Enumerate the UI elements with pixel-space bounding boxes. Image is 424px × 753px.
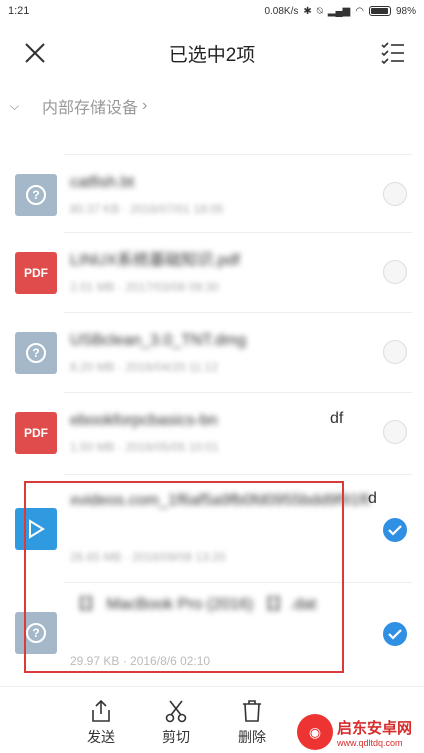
breadcrumb-label: 内部存储设备 bbox=[42, 100, 139, 117]
battery-percent: 98% bbox=[395, 5, 416, 17]
breadcrumb[interactable]: ⌵ 内部存储设备 › bbox=[0, 92, 424, 120]
divider bbox=[64, 312, 412, 313]
checkmark-icon bbox=[388, 629, 402, 640]
watermark-logo-icon: ◉ bbox=[297, 714, 333, 750]
list-item[interactable]: ? 【】 MacBook Pro (2016) 【】.dat 29.97 KB … bbox=[0, 590, 424, 680]
file-name: USBclean_3.0_TNT.dmg bbox=[70, 332, 247, 349]
delete-button[interactable]: 删除 bbox=[224, 699, 280, 747]
divider bbox=[64, 582, 412, 583]
trash-icon bbox=[243, 700, 261, 722]
mute-icon: ⍉ bbox=[316, 5, 323, 17]
checklist-icon bbox=[381, 42, 404, 65]
checkmark-icon bbox=[388, 525, 402, 536]
send-label: 发送 bbox=[87, 729, 115, 745]
list-item[interactable]: ? catfish.bt 80.37 KB · 2016/07/01 18:05 bbox=[0, 162, 424, 242]
file-meta: 2.01 MB · 2017/03/08 09:30 bbox=[70, 280, 219, 294]
file-meta: 26.65 MB · 2016/09/08 13:20 bbox=[70, 550, 226, 564]
divider bbox=[64, 392, 412, 393]
list-item[interactable]: PDF LINUX系统基础知识.pdf 2.01 MB · 2017/03/08… bbox=[0, 240, 424, 320]
status-time: 1:21 bbox=[8, 5, 30, 17]
file-name: 【】 MacBook Pro (2016) 【】.dat bbox=[70, 596, 317, 613]
cut-label: 剪切 bbox=[162, 729, 190, 745]
file-name: xvideos.com_1f6af5a9fb0fd0955bdd9f91f8fd… bbox=[70, 492, 370, 509]
bluetooth-icon: ✱ bbox=[303, 5, 312, 17]
select-all-button[interactable] bbox=[380, 40, 406, 66]
status-icons: 0.08K/s ✱ ⍉ ▂▄▆ ◠ 98% bbox=[264, 6, 416, 17]
select-checkbox-checked[interactable] bbox=[383, 518, 407, 542]
site-watermark: ◉ 启东安卓网 www.qdltdq.com bbox=[297, 712, 421, 752]
select-checkbox[interactable] bbox=[383, 182, 407, 206]
divider bbox=[64, 474, 412, 475]
unknown-file-icon: ? bbox=[15, 612, 57, 654]
network-speed: 0.08K/s bbox=[264, 5, 299, 17]
select-checkbox-checked[interactable] bbox=[383, 622, 407, 646]
cut-button[interactable]: 剪切 bbox=[148, 699, 204, 747]
pdf-file-icon: PDF bbox=[15, 412, 57, 454]
file-name: catfish.bt bbox=[70, 174, 135, 191]
divider bbox=[64, 154, 412, 155]
file-name: LINUX系统基础知识.pdf bbox=[70, 252, 240, 269]
delete-label: 删除 bbox=[238, 729, 266, 745]
share-icon bbox=[92, 699, 110, 722]
list-item[interactable]: ? USBclean_3.0_TNT.dmg 8.20 MB · 2016/04… bbox=[0, 320, 424, 400]
pdf-file-icon: PDF bbox=[15, 252, 57, 294]
wifi-icon: ◠ bbox=[355, 5, 364, 17]
page-title: 已选中2项 bbox=[168, 45, 256, 66]
unknown-file-icon: ? bbox=[15, 332, 57, 374]
list-item[interactable]: PDF ebookforpcbasics-bn df 1.50 MB · 201… bbox=[0, 400, 424, 480]
play-icon bbox=[29, 519, 45, 539]
signal-icon: ▂▄▆ bbox=[327, 5, 351, 17]
title-bar: 已选中2项 bbox=[0, 28, 424, 78]
battery-icon bbox=[368, 6, 391, 16]
file-name-suffix: df bbox=[330, 410, 344, 427]
divider bbox=[64, 232, 412, 233]
scissors-icon bbox=[165, 700, 187, 723]
file-meta: 29.97 KB · 2016/8/6 02:10 bbox=[70, 654, 211, 668]
select-checkbox[interactable] bbox=[383, 260, 407, 284]
send-button[interactable]: 发送 bbox=[73, 699, 129, 747]
status-bar: 1:21 0.08K/s ✱ ⍉ ▂▄▆ ◠ 98% bbox=[0, 0, 424, 22]
unknown-file-icon: ? bbox=[15, 174, 57, 216]
file-meta: 1.50 MB · 2016/05/05 10:01 bbox=[70, 440, 219, 454]
watermark-name: 启东安卓网 bbox=[337, 719, 413, 737]
file-name-suffix: d bbox=[368, 490, 377, 507]
chevron-right-icon: › bbox=[142, 97, 148, 114]
select-checkbox[interactable] bbox=[383, 420, 407, 444]
file-meta: 80.37 KB · 2016/07/01 18:05 bbox=[70, 202, 224, 216]
select-checkbox[interactable] bbox=[383, 340, 407, 364]
chevron-down-icon: ⌵ bbox=[10, 98, 20, 113]
file-name: ebookforpcbasics-bn bbox=[70, 412, 218, 429]
file-meta: 8.20 MB · 2016/04/20 11:12 bbox=[70, 360, 218, 374]
list-item[interactable]: xvideos.com_1f6af5a9fb0fd0955bdd9f91f8fd… bbox=[0, 484, 424, 584]
video-file-icon bbox=[15, 508, 57, 550]
watermark-url: www.qdltdq.com bbox=[337, 737, 403, 748]
